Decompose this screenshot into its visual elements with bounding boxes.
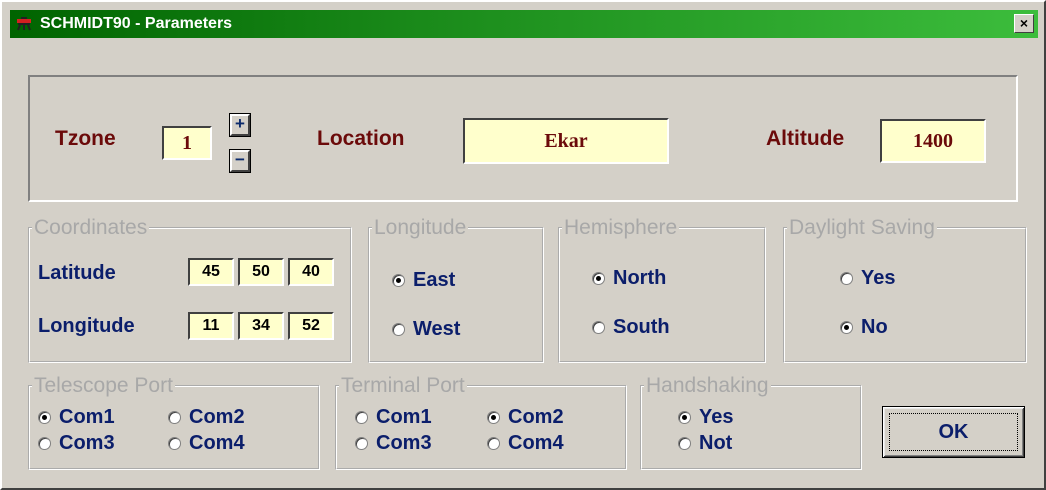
radio-checked-icon[interactable] [392, 274, 405, 287]
tzone-field[interactable]: 1 [162, 126, 212, 160]
radio-telescope-com1-label: Com1 [59, 406, 115, 428]
radio-handshaking-yes-label: Yes [699, 406, 734, 428]
radio-unchecked-icon[interactable] [168, 411, 181, 424]
radio-daylight-yes[interactable]: Yes [840, 267, 895, 290]
radio-telescope-com4-label: Com4 [189, 432, 245, 454]
ok-button[interactable]: OK [882, 406, 1025, 458]
window-title: SCHMIDT90 - Parameters [40, 15, 233, 32]
plus-icon: + [235, 114, 245, 133]
altitude-field[interactable]: 1400 [880, 119, 986, 163]
radio-handshaking-not[interactable]: Not [678, 432, 732, 455]
longitude-seconds-field[interactable]: 52 [288, 312, 334, 340]
title-bar[interactable]: SCHMIDT90 - Parameters × [10, 10, 1038, 38]
latitude-seconds-field[interactable]: 40 [288, 258, 334, 286]
ok-button-label: OK [889, 413, 1018, 451]
radio-unchecked-icon[interactable] [392, 323, 405, 336]
parameters-window: SCHMIDT90 - Parameters × Tzone 1 + − Loc… [0, 0, 1046, 490]
daylight-saving-group: Daylight Saving [783, 216, 1027, 363]
radio-terminal-com2-label: Com2 [508, 406, 564, 428]
radio-checked-icon[interactable] [38, 411, 51, 424]
tzone-increment-button[interactable]: + [229, 113, 251, 137]
location-field[interactable]: Ekar [463, 118, 669, 164]
radio-daylight-yes-label: Yes [861, 267, 896, 289]
radio-terminal-com1[interactable]: Com1 [355, 406, 432, 429]
radio-unchecked-icon[interactable] [355, 411, 368, 424]
radio-terminal-com2[interactable]: Com2 [487, 406, 564, 429]
radio-telescope-com2[interactable]: Com2 [168, 406, 245, 429]
radio-east[interactable]: East [392, 269, 455, 292]
altitude-label: Altitude [766, 127, 845, 150]
radio-south[interactable]: South [592, 316, 670, 339]
close-icon: × [1019, 15, 1029, 31]
radio-unchecked-icon[interactable] [678, 437, 691, 450]
radio-telescope-com4[interactable]: Com4 [168, 432, 245, 455]
radio-daylight-no[interactable]: No [840, 316, 888, 339]
radio-terminal-com4[interactable]: Com4 [487, 432, 564, 455]
radio-terminal-com1-label: Com1 [376, 406, 432, 428]
terminal-port-legend: Terminal Port [341, 374, 465, 397]
latitude-degrees-field[interactable]: 45 [188, 258, 234, 286]
hemisphere-legend: Hemisphere [564, 216, 678, 239]
radio-north[interactable]: North [592, 267, 666, 290]
longitude-minutes-field[interactable]: 34 [238, 312, 284, 340]
radio-west-label: West [413, 318, 461, 340]
minus-icon: − [235, 150, 245, 169]
latitude-label: Latitude [38, 262, 116, 284]
radio-unchecked-icon[interactable] [355, 437, 368, 450]
radio-east-label: East [413, 269, 456, 291]
close-button[interactable]: × [1014, 14, 1034, 33]
latitude-minutes-field[interactable]: 50 [238, 258, 284, 286]
longitude-direction-legend: Longitude [374, 216, 467, 239]
radio-telescope-com2-label: Com2 [189, 406, 245, 428]
tzone-label: Tzone [55, 127, 116, 150]
radio-south-label: South [613, 316, 670, 338]
radio-checked-icon[interactable] [678, 411, 691, 424]
radio-terminal-com4-label: Com4 [508, 432, 564, 454]
telescope-port-legend: Telescope Port [34, 374, 173, 397]
radio-unchecked-icon[interactable] [840, 272, 853, 285]
radio-north-label: North [613, 267, 667, 289]
radio-terminal-com3[interactable]: Com3 [355, 432, 432, 455]
location-label: Location [317, 127, 405, 150]
radio-unchecked-icon[interactable] [38, 437, 51, 450]
radio-daylight-no-label: No [861, 316, 888, 338]
telescope-icon [16, 15, 32, 31]
tzone-decrement-button[interactable]: − [229, 149, 251, 173]
radio-terminal-com3-label: Com3 [376, 432, 432, 454]
radio-checked-icon[interactable] [487, 411, 500, 424]
radio-unchecked-icon[interactable] [168, 437, 181, 450]
radio-checked-icon[interactable] [840, 321, 853, 334]
longitude-label: Longitude [38, 315, 135, 337]
radio-telescope-com3[interactable]: Com3 [38, 432, 115, 455]
radio-unchecked-icon[interactable] [487, 437, 500, 450]
longitude-degrees-field[interactable]: 11 [188, 312, 234, 340]
coordinates-group: Coordinates [28, 216, 352, 363]
radio-handshaking-not-label: Not [699, 432, 733, 454]
daylight-saving-legend: Daylight Saving [789, 216, 935, 239]
coordinates-legend: Coordinates [34, 216, 148, 239]
radio-unchecked-icon[interactable] [592, 321, 605, 334]
radio-telescope-com3-label: Com3 [59, 432, 115, 454]
radio-telescope-com1[interactable]: Com1 [38, 406, 115, 429]
radio-handshaking-yes[interactable]: Yes [678, 406, 733, 429]
radio-checked-icon[interactable] [592, 272, 605, 285]
radio-west[interactable]: West [392, 318, 460, 341]
handshaking-legend: Handshaking [646, 374, 769, 397]
handshaking-group: Handshaking [640, 374, 862, 470]
